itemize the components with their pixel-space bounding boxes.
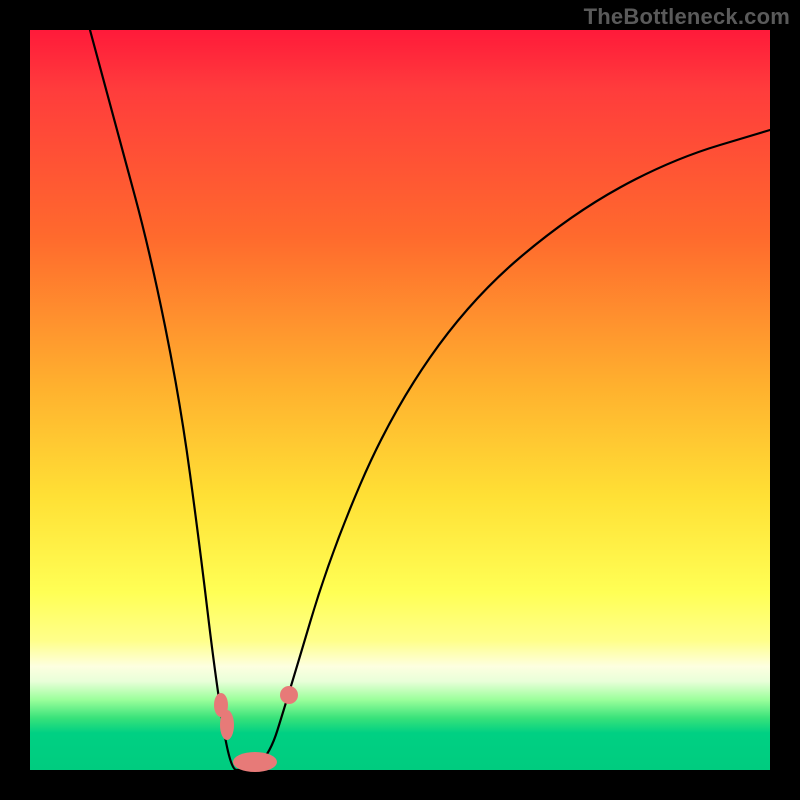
left-arm-blob-lower [220, 710, 234, 740]
watermark-text: TheBottleneck.com [584, 4, 790, 30]
trough-blob [233, 752, 277, 772]
marker-group [214, 686, 298, 772]
curve-svg [30, 30, 770, 770]
plot-area [30, 30, 770, 770]
chart-frame: TheBottleneck.com [0, 0, 800, 800]
bottleneck-curve-right [243, 130, 770, 770]
right-arm-dot [280, 686, 298, 704]
bottleneck-curve-left [90, 30, 243, 770]
